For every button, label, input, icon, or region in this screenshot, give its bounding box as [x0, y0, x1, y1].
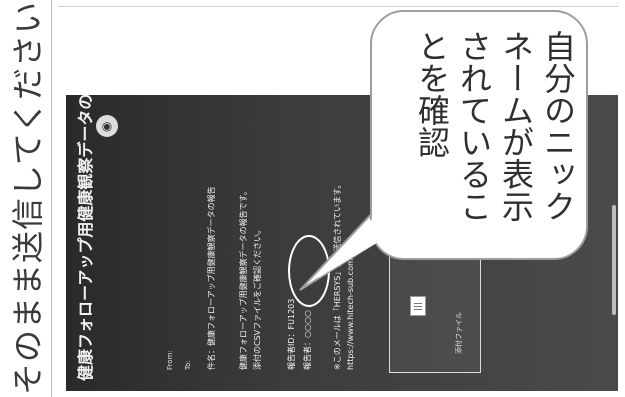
email-footer-line-1: ※このメールは「HERSYS」から送信されています。	[333, 180, 342, 370]
email-body-line-2: 健康フォローアップ用健康観察データの報告です。	[239, 187, 248, 370]
account-avatar-icon[interactable]: ◉	[96, 115, 118, 137]
email-footer-link[interactable]: https://www.hitech-sub.com	[346, 258, 355, 370]
csv-attachment-card[interactable]: 添付ファイル	[389, 253, 481, 373]
instruction-caption-panel: そのまま送信してください	[0, 0, 52, 397]
attachment-label: 添付ファイル	[455, 312, 463, 354]
callout-text-col-2: ネームが表示	[497, 30, 535, 222]
instruction-caption: そのまま送信してください	[9, 0, 47, 396]
callout-text-col-3: されているこ	[455, 30, 493, 222]
reporter-id-line: 報告者ID：FU1203	[287, 298, 296, 370]
scrollbar[interactable]	[612, 205, 616, 315]
callout-text-col-4: とを確認	[413, 30, 451, 158]
email-body-line-1: 件名：健康フォローアップ用健康観察データの報告	[207, 186, 216, 370]
email-subject: 健康フォローアップ用健康観察データの報告	[76, 95, 95, 381]
callout-text-col-1: 自分のニック	[539, 30, 577, 222]
email-from-label: From:	[166, 350, 174, 370]
email-body-line-3: 添付のCSVファイルをご確認ください。	[253, 225, 262, 370]
csv-file-icon	[410, 296, 426, 316]
top-divider	[58, 6, 618, 7]
reporter-nickname-line: 報告者：○○○○	[303, 310, 312, 370]
nickname-highlight-oval	[288, 235, 330, 307]
email-to-label: To:	[184, 360, 192, 370]
